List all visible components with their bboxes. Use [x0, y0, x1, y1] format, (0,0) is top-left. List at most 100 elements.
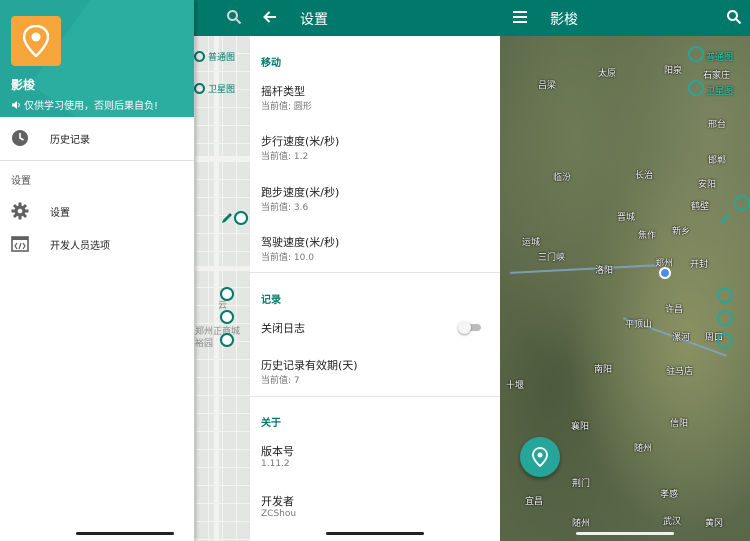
divider [250, 272, 500, 273]
pref-summary: 当前值: 1.2 [261, 152, 309, 162]
category-about: 关于 [261, 418, 281, 429]
code-icon [11, 236, 29, 252]
city-label: 许昌 [665, 305, 684, 315]
settings-screen: 设置 移动 摇杆类型 当前值: 圆形 步行速度(米/秒) 当前值: 1.2 跑步… [250, 0, 500, 541]
city-label: 三门峡 [538, 253, 566, 263]
category-move: 移动 [261, 58, 281, 69]
radio-icon [194, 83, 205, 94]
city-label: 长治 [635, 171, 654, 181]
city-label: 阳泉 [664, 66, 683, 76]
zoom-control-icon[interactable] [717, 310, 733, 326]
city-label: 鹤壁 [691, 202, 710, 212]
city-label: 黄冈 [705, 519, 724, 529]
map-type-normal[interactable]: 普通图 [194, 50, 235, 63]
city-label: 安阳 [698, 180, 717, 190]
map-type-satellite-label[interactable]: 卫星图 [706, 84, 733, 97]
gesture-bar [76, 532, 174, 535]
drawer-section-settings: 设置 [11, 176, 31, 187]
pref-summary: 当前值: 3.6 [261, 203, 309, 213]
map-type-normal-icon[interactable] [688, 46, 704, 62]
city-label: 新乡 [672, 227, 691, 237]
city-label: 信阳 [670, 419, 689, 429]
settings-toolbar: 设置 [250, 0, 500, 36]
map-behind-drawer: 郑州正商城 裕园 云 [194, 36, 250, 541]
location-pin-icon [532, 447, 548, 467]
map-screen: 影梭 吕梁 太原 阳泉 石家庄 邢台 邯郸 安阳 鹤壁 新乡 长治 临汾 晋城 … [500, 0, 750, 541]
city-label: 邯郸 [708, 156, 727, 166]
gesture-bar [576, 532, 674, 535]
city-label: 石家庄 [703, 71, 731, 81]
teleport-fab[interactable] [520, 437, 560, 477]
zoom-control-icon[interactable] [717, 287, 733, 303]
city-label: 漯河 [672, 333, 691, 343]
location-pin-icon [23, 25, 49, 57]
map-control-icon[interactable] [220, 333, 234, 347]
map-toolbar: 影梭 [500, 0, 750, 36]
pref-title: 摇杆类型 [261, 85, 305, 98]
app-name: 影梭 [11, 78, 36, 92]
app-title: 影梭 [550, 12, 578, 28]
map-type-satellite-icon[interactable] [688, 80, 704, 96]
map-type-satellite[interactable]: 卫星图 [194, 82, 235, 95]
volume-icon [12, 100, 20, 109]
city-label: 宜昌 [525, 497, 544, 507]
city-label: 洛阳 [595, 266, 614, 276]
city-label: 武汉 [663, 517, 682, 527]
app-logo [11, 16, 61, 66]
city-label: 荆门 [572, 479, 591, 489]
drawer-screen: 郑州正商城 裕园 云 普通图 卫星图 影梭 仅供学习使用，否则后果自负! 历史记… [0, 0, 250, 541]
gear-icon [11, 202, 29, 220]
city-label: 晋城 [617, 213, 636, 223]
clock-icon [12, 130, 28, 146]
city-label: 襄阳 [571, 422, 590, 432]
city-label: 临汾 [553, 173, 572, 183]
drawer-item-history[interactable]: 历史记录 [0, 123, 194, 153]
pref-title: 版本号 [261, 445, 294, 458]
map-control-icon[interactable] [220, 287, 234, 301]
pencil-icon[interactable] [718, 212, 732, 226]
app-disclaimer: 仅供学习使用，否则后果自负! [11, 97, 158, 112]
city-label: 孝感 [660, 490, 679, 500]
category-log: 记录 [261, 295, 281, 306]
pref-summary: 当前值: 10.0 [261, 253, 314, 263]
yellow-river [510, 264, 660, 274]
gesture-bar [326, 532, 424, 535]
current-location-marker [659, 267, 671, 279]
pref-summary: 当前值: 7 [261, 376, 300, 386]
city-label: 邢台 [708, 120, 727, 130]
city-label: 焦作 [638, 231, 657, 241]
map-control-icon[interactable] [220, 310, 234, 324]
city-label: 开封 [690, 260, 709, 270]
pref-summary: 1.11.2 [261, 459, 290, 469]
map-control-icon[interactable] [734, 195, 750, 211]
pref-title: 驾驶速度(米/秒) [261, 236, 340, 249]
search-icon[interactable] [226, 9, 242, 25]
drawer-item-developer[interactable]: 开发人员选项 [0, 229, 194, 259]
city-label: 太原 [598, 69, 617, 79]
back-arrow-icon[interactable] [262, 9, 278, 25]
pref-title: 历史记录有效期(天) [261, 359, 358, 372]
pencil-icon[interactable] [220, 211, 234, 225]
log-toggle-switch[interactable] [458, 321, 482, 334]
pref-summary: ZCShou [261, 509, 297, 519]
page-title: 设置 [300, 12, 328, 28]
pref-title: 关闭日志 [261, 322, 305, 335]
divider [250, 396, 500, 397]
pref-summary: 当前值: 圆形 [261, 102, 312, 112]
city-label: 十堰 [506, 381, 525, 391]
city-label: 驻马店 [666, 367, 694, 377]
city-label: 随州 [572, 519, 591, 529]
map-type-normal-label[interactable]: 普通图 [706, 50, 733, 63]
city-label: 运城 [522, 238, 541, 248]
city-label: 南阳 [594, 365, 613, 375]
drawer-header: 影梭 仅供学习使用，否则后果自负! [0, 0, 194, 117]
pref-title: 跑步速度(米/秒) [261, 186, 340, 199]
pref-title: 开发者 [261, 495, 294, 508]
navigation-drawer: 影梭 仅供学习使用，否则后果自负! 历史记录 设置 设置 开发人员选项 [0, 0, 194, 541]
search-icon[interactable] [726, 9, 742, 25]
drawer-item-settings[interactable]: 设置 [0, 196, 194, 226]
menu-icon[interactable] [512, 10, 528, 24]
map-control-icon[interactable] [234, 211, 248, 225]
locate-control-icon[interactable] [717, 333, 733, 349]
radio-icon [194, 51, 205, 62]
